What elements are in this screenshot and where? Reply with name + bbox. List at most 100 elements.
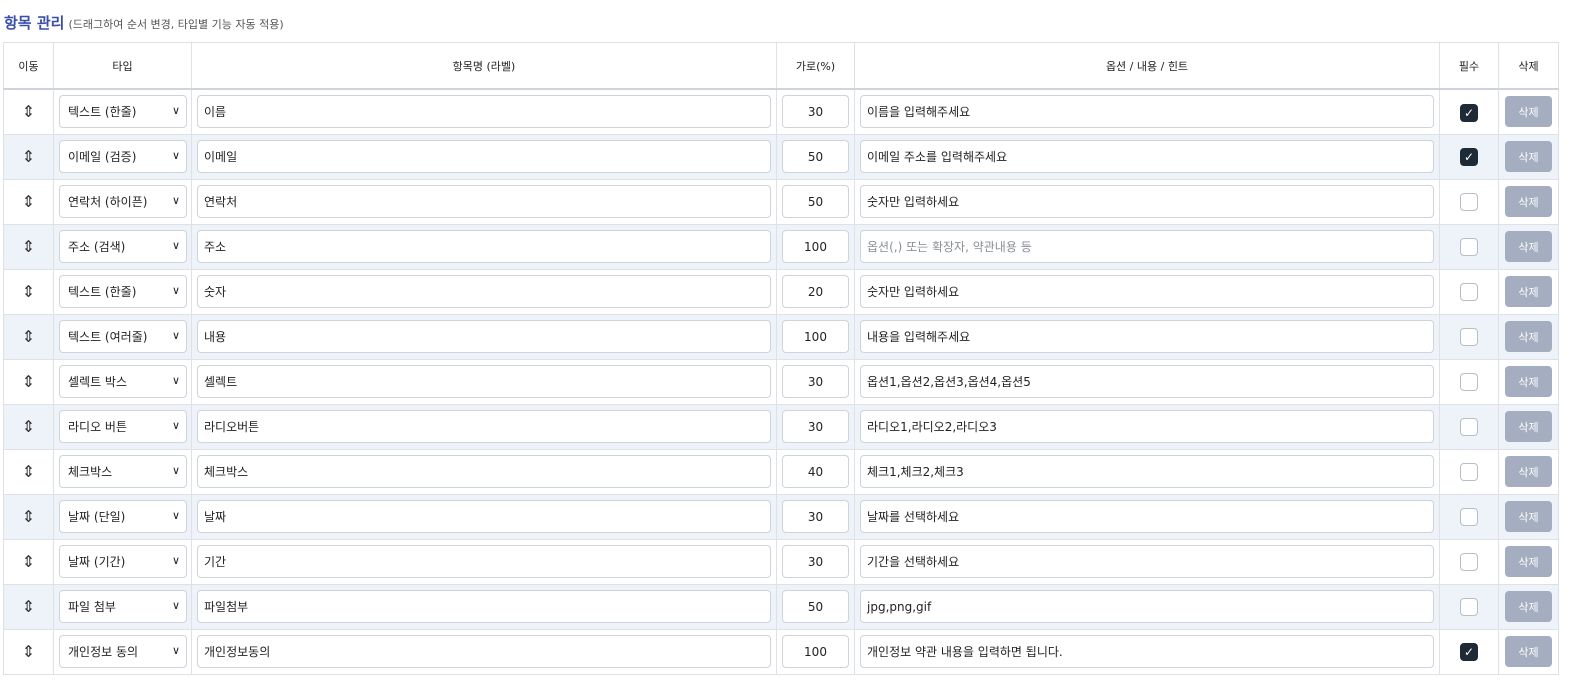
width-input[interactable] <box>782 95 849 129</box>
label-input[interactable] <box>197 590 771 623</box>
label-input[interactable] <box>197 140 771 173</box>
required-checkbox[interactable] <box>1460 238 1478 257</box>
drag-handle[interactable]: ⇕ <box>3 403 54 450</box>
table-row: ⇕ 날짜 (기간) ∨ 삭제 <box>3 538 1559 585</box>
drag-handle[interactable]: ⇕ <box>3 178 54 225</box>
drag-handle[interactable]: ⇕ <box>3 448 54 495</box>
required-checkbox[interactable] <box>1460 553 1478 572</box>
width-input[interactable] <box>782 365 849 398</box>
label-input[interactable] <box>197 410 771 443</box>
type-select[interactable]: 주소 (검색) <box>59 230 187 263</box>
type-select[interactable]: 텍스트 (한줄) <box>59 275 187 308</box>
delete-button[interactable]: 삭제 <box>1505 501 1552 532</box>
delete-button[interactable]: 삭제 <box>1505 276 1552 307</box>
type-select[interactable]: 체크박스 <box>59 455 187 488</box>
delete-button[interactable]: 삭제 <box>1505 636 1552 667</box>
width-input[interactable] <box>782 500 849 533</box>
options-input[interactable] <box>860 230 1434 263</box>
width-input[interactable] <box>782 275 849 308</box>
drag-handle[interactable]: ⇕ <box>3 313 54 360</box>
type-select[interactable]: 파일 첨부 <box>59 590 187 623</box>
label-input[interactable] <box>197 500 771 533</box>
width-input[interactable] <box>782 320 849 353</box>
options-input[interactable] <box>860 365 1434 398</box>
required-checkbox[interactable] <box>1460 373 1478 392</box>
delete-cell: 삭제 <box>1498 628 1559 675</box>
drag-handle[interactable]: ⇕ <box>3 88 54 135</box>
drag-handle[interactable]: ⇕ <box>3 133 54 180</box>
required-checkbox[interactable]: ✓ <box>1460 148 1478 167</box>
required-checkbox[interactable] <box>1460 193 1478 212</box>
drag-handle[interactable]: ⇕ <box>3 268 54 315</box>
delete-button[interactable]: 삭제 <box>1505 96 1552 128</box>
required-checkbox[interactable] <box>1460 598 1478 617</box>
delete-button[interactable]: 삭제 <box>1505 456 1552 487</box>
drag-handle[interactable]: ⇕ <box>3 538 54 585</box>
width-input[interactable] <box>782 635 849 668</box>
options-input[interactable] <box>860 320 1434 353</box>
delete-button[interactable]: 삭제 <box>1505 591 1552 622</box>
delete-cell: 삭제 <box>1498 268 1559 315</box>
type-cell: 이메일 (검증) ∨ <box>53 133 192 180</box>
required-checkbox[interactable] <box>1460 418 1478 437</box>
options-input[interactable] <box>860 275 1434 308</box>
width-input[interactable] <box>782 455 849 488</box>
required-checkbox[interactable] <box>1460 463 1478 482</box>
type-select[interactable]: 이메일 (검증) <box>59 140 187 173</box>
delete-button[interactable]: 삭제 <box>1505 411 1552 442</box>
drag-handle[interactable]: ⇕ <box>3 628 54 675</box>
type-select[interactable]: 라디오 버튼 <box>59 410 187 443</box>
drag-handle[interactable]: ⇕ <box>3 223 54 270</box>
label-input[interactable] <box>197 635 771 668</box>
type-select[interactable]: 날짜 (단일) <box>59 500 187 533</box>
type-select[interactable]: 셀렉트 박스 <box>59 365 187 398</box>
width-input[interactable] <box>782 545 849 578</box>
options-input[interactable] <box>860 140 1434 173</box>
delete-button[interactable]: 삭제 <box>1505 186 1552 217</box>
table-header-row: 이동 타입 항목명 (라벨) 가로(%) 옵션 / 내용 / 힌트 필수 삭제 <box>3 42 1559 90</box>
type-select[interactable]: 텍스트 (한줄) <box>59 95 187 129</box>
label-input[interactable] <box>197 185 771 218</box>
type-select[interactable]: 날짜 (기간) <box>59 545 187 578</box>
options-input[interactable] <box>860 545 1434 578</box>
type-select[interactable]: 개인정보 동의 <box>59 635 187 668</box>
drag-handle[interactable]: ⇕ <box>3 583 54 630</box>
width-input[interactable] <box>782 230 849 263</box>
required-checkbox[interactable] <box>1460 328 1478 347</box>
required-checkbox[interactable] <box>1460 508 1478 527</box>
label-cell <box>191 538 777 585</box>
options-input[interactable] <box>860 410 1434 443</box>
drag-handle[interactable]: ⇕ <box>3 358 54 405</box>
delete-button[interactable]: 삭제 <box>1505 546 1552 577</box>
width-input[interactable] <box>782 590 849 623</box>
required-cell: ✓ <box>1439 628 1499 675</box>
required-checkbox[interactable]: ✓ <box>1460 103 1478 122</box>
label-input[interactable] <box>197 230 771 263</box>
options-input[interactable] <box>860 635 1434 668</box>
delete-button[interactable]: 삭제 <box>1505 231 1552 262</box>
options-cell <box>854 538 1440 585</box>
label-input[interactable] <box>197 95 771 129</box>
type-select[interactable]: 연락처 (하이픈) <box>59 185 187 218</box>
label-input[interactable] <box>197 365 771 398</box>
required-checkbox[interactable]: ✓ <box>1460 643 1478 662</box>
options-input[interactable] <box>860 500 1434 533</box>
width-input[interactable] <box>782 140 849 173</box>
options-input[interactable] <box>860 590 1434 623</box>
label-input[interactable] <box>197 545 771 578</box>
label-input[interactable] <box>197 320 771 353</box>
delete-button[interactable]: 삭제 <box>1505 366 1552 397</box>
options-cell <box>854 403 1440 450</box>
options-input[interactable] <box>860 455 1434 488</box>
drag-handle[interactable]: ⇕ <box>3 493 54 540</box>
options-input[interactable] <box>860 95 1434 129</box>
width-input[interactable] <box>782 185 849 218</box>
options-input[interactable] <box>860 185 1434 218</box>
label-input[interactable] <box>197 275 771 308</box>
label-input[interactable] <box>197 455 771 488</box>
type-select[interactable]: 텍스트 (여러줄) <box>59 320 187 353</box>
width-input[interactable] <box>782 410 849 443</box>
delete-button[interactable]: 삭제 <box>1505 141 1552 172</box>
delete-button[interactable]: 삭제 <box>1505 321 1552 352</box>
required-checkbox[interactable] <box>1460 283 1478 302</box>
